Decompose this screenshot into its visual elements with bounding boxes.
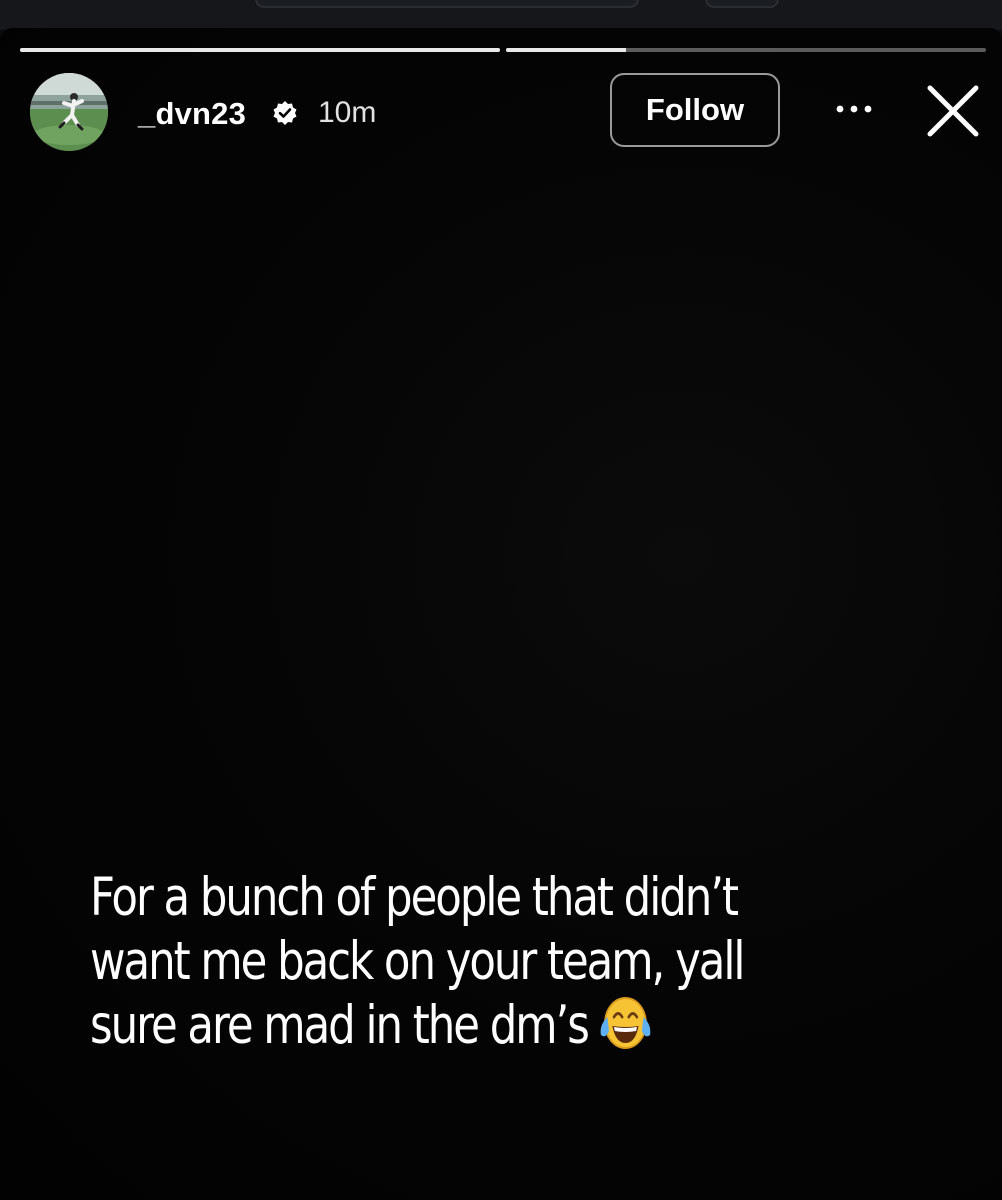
top-pill [705, 0, 779, 8]
caption-line-last: sure are mad in the dm’s [90, 994, 812, 1058]
avatar[interactable] [30, 73, 108, 151]
story-viewer[interactable]: _dvn23 10m Follow For a bunch of people … [0, 28, 1002, 1200]
top-pill [255, 0, 639, 8]
profile-photo-icon [30, 73, 108, 151]
progress-fill [506, 48, 626, 52]
progress-segment [506, 48, 986, 52]
caption-line: For a bunch of people that didn’t [90, 867, 739, 928]
caption-line: want me back on your team, yall [90, 931, 745, 992]
close-icon[interactable] [926, 84, 980, 138]
story-header: _dvn23 10m Follow [30, 72, 982, 154]
follow-button[interactable]: Follow [610, 73, 780, 147]
story-progress-bar [20, 48, 986, 52]
caption-line-text: sure are mad in the dm’s [90, 995, 590, 1056]
username[interactable]: _dvn23 [138, 96, 246, 132]
post-time: 10m [318, 96, 377, 129]
face-with-tears-of-joy-icon [600, 997, 651, 1049]
verified-badge-icon [273, 101, 297, 125]
progress-segment [20, 48, 500, 52]
more-horizontal-icon[interactable] [834, 102, 874, 116]
progress-fill [20, 48, 500, 52]
top-window-strip [0, 0, 1002, 30]
story-caption: For a bunch of people that didn’t want m… [90, 866, 812, 1058]
